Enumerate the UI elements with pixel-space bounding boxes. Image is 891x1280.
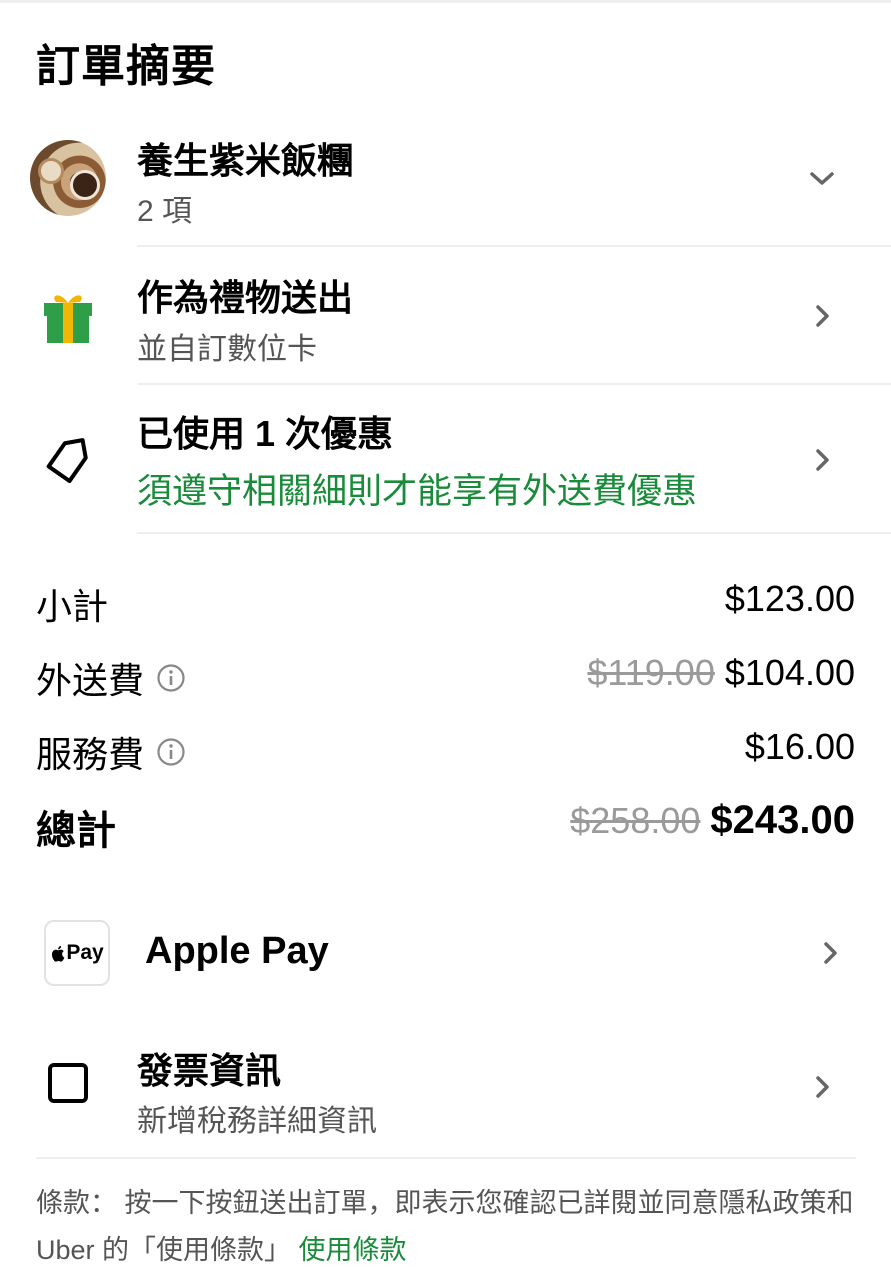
divider [137, 532, 891, 534]
subtotal-row: 小計 $123.00 [0, 578, 891, 627]
page-title: 訂單摘要 [36, 42, 216, 91]
service-fee-row: 服務費 $16.00 [0, 726, 891, 775]
gift-subtitle: 並自訂數位卡 [137, 333, 317, 366]
service-fee-label: 服務費 [36, 734, 145, 775]
gift-title: 作為禮物送出 [137, 277, 354, 318]
invoice-row[interactable]: 發票資訊 新增稅務詳細資訊 [0, 1030, 891, 1150]
promo-title: 已使用 1 次優惠 [137, 413, 394, 454]
store-name: 養生紫米飯糰 [137, 140, 354, 181]
invoice-title: 發票資訊 [137, 1050, 282, 1091]
total-value: $243.00 [710, 798, 855, 842]
service-fee-value: $16.00 [744, 726, 855, 767]
terms-body: 條款： 按一下按鈕送出訂單，即表示您確認已詳閱並同意隱私政策和 Uber 的「使… [36, 1188, 854, 1265]
subtotal-value: $123.00 [724, 578, 855, 619]
chevron-right-icon[interactable] [805, 443, 839, 477]
total-row: 總計 $258.00 $243.00 [0, 798, 891, 853]
chevron-right-icon[interactable] [813, 936, 847, 970]
payment-method-label: Apple Pay [145, 930, 329, 972]
promo-subtitle: 須遵守相關細則才能享有外送費優惠 [137, 472, 698, 511]
store-image [30, 140, 106, 216]
delivery-fee-row: 外送費 $119.00 $104.00 [0, 652, 891, 701]
total-original: $258.00 [570, 799, 701, 841]
top-divider [0, 0, 891, 3]
store-row[interactable]: 養生紫米飯糰 2 項 [0, 120, 891, 245]
gift-row[interactable]: 作為禮物送出 並自訂數位卡 [0, 247, 891, 384]
store-item-count: 2 項 [137, 195, 193, 228]
gift-icon [44, 295, 92, 343]
chevron-down-icon[interactable] [805, 162, 839, 196]
delivery-fee-original: $119.00 [587, 652, 715, 693]
terms-link[interactable]: 使用條款 [299, 1235, 407, 1265]
chevron-right-icon[interactable] [805, 1070, 839, 1104]
payment-method-row[interactable] [0, 900, 891, 1010]
info-icon[interactable] [156, 737, 186, 767]
invoice-icon [48, 1063, 88, 1103]
delivery-fee-value: $104.00 [724, 652, 855, 693]
divider [36, 1157, 856, 1159]
total-label: 總計 [36, 809, 116, 853]
apple-pay-icon: Pay [44, 920, 110, 986]
invoice-subtitle: 新增稅務詳細資訊 [137, 1105, 377, 1138]
terms-text: 條款： 按一下按鈕送出訂單，即表示您確認已詳閱並同意隱私政策和 Uber 的「使… [36, 1180, 856, 1274]
info-icon[interactable] [156, 663, 186, 693]
chevron-right-icon[interactable] [805, 299, 839, 333]
delivery-fee-label: 外送費 [36, 660, 145, 701]
subtotal-label: 小計 [36, 586, 109, 627]
promo-row[interactable]: 已使用 1 次優惠 須遵守相關細則才能享有外送費優惠 [0, 385, 891, 532]
tag-icon [46, 438, 88, 484]
